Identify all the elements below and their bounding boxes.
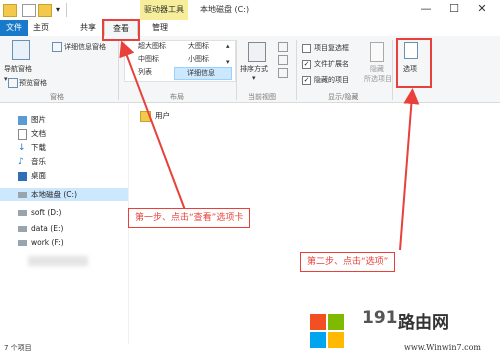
annotation-step2: 第二步、点击“选项” <box>300 252 396 272</box>
watermark-logo-text: 路由网 <box>398 313 449 333</box>
windows-logo-icon <box>310 314 346 350</box>
arrow-step1 <box>119 40 186 211</box>
arrow-step2 <box>399 88 420 251</box>
annotation-step1: 第一步、点击“查看”选项卡 <box>128 208 251 228</box>
watermark-url: www.Winwin7.com <box>404 343 482 352</box>
watermark: 191 路由网 www.Winwin7.com <box>304 308 498 358</box>
watermark-number: 191 <box>362 308 398 328</box>
